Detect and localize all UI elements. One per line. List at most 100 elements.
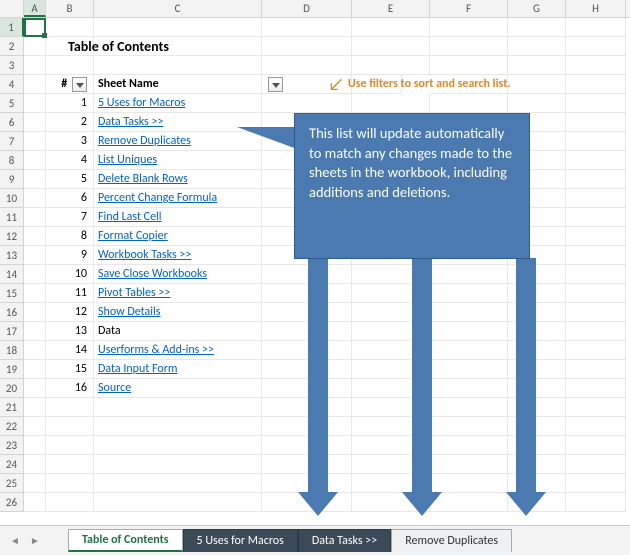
cell-C1[interactable] bbox=[94, 18, 262, 37]
cell-A14[interactable] bbox=[24, 265, 46, 284]
cell-B25[interactable] bbox=[46, 474, 94, 493]
cell-F22[interactable] bbox=[430, 417, 508, 436]
cell-A7[interactable] bbox=[24, 132, 46, 151]
cell-C21[interactable] bbox=[94, 398, 262, 417]
cell-F23[interactable] bbox=[430, 436, 508, 455]
cell-H11[interactable] bbox=[566, 208, 626, 227]
row-header-12[interactable]: 12 bbox=[0, 227, 24, 246]
toc-link-6[interactable]: Percent Change Formula bbox=[94, 189, 262, 208]
cell-A19[interactable] bbox=[24, 360, 46, 379]
cell-F21[interactable] bbox=[430, 398, 508, 417]
col-header-B[interactable]: B bbox=[46, 0, 94, 17]
col-header-D[interactable]: D bbox=[262, 0, 352, 17]
cell-F18[interactable] bbox=[430, 341, 508, 360]
cell-D1[interactable] bbox=[262, 18, 352, 37]
cell-F15[interactable] bbox=[430, 284, 508, 303]
cell-F16[interactable] bbox=[430, 303, 508, 322]
cell-F19[interactable] bbox=[430, 360, 508, 379]
sheet-tab-datatasks[interactable]: Data Tasks >> bbox=[298, 529, 391, 552]
cell-H9[interactable] bbox=[566, 170, 626, 189]
cell-A25[interactable] bbox=[24, 474, 46, 493]
row-header-10[interactable]: 10 bbox=[0, 189, 24, 208]
cell-H8[interactable] bbox=[566, 151, 626, 170]
toc-link-14[interactable]: Userforms & Add-ins >> bbox=[94, 341, 262, 360]
cell-H10[interactable] bbox=[566, 189, 626, 208]
cell-G1[interactable] bbox=[508, 18, 566, 37]
cell-D2[interactable] bbox=[262, 37, 352, 56]
row-header-23[interactable]: 23 bbox=[0, 436, 24, 455]
toc-link-9[interactable]: Workbook Tasks >> bbox=[94, 246, 262, 265]
cell-F20[interactable] bbox=[430, 379, 508, 398]
cell-H12[interactable] bbox=[566, 227, 626, 246]
cell-D25[interactable] bbox=[262, 474, 352, 493]
cell-F17[interactable] bbox=[430, 322, 508, 341]
cell-H20[interactable] bbox=[566, 379, 626, 398]
cell-C22[interactable] bbox=[94, 417, 262, 436]
row-header-24[interactable]: 24 bbox=[0, 455, 24, 474]
row-header-16[interactable]: 16 bbox=[0, 303, 24, 322]
col-header-G[interactable]: G bbox=[508, 0, 566, 17]
cell-D5[interactable] bbox=[262, 94, 352, 113]
cell-E2[interactable] bbox=[352, 37, 430, 56]
toc-link-4[interactable]: List Uniques bbox=[94, 151, 262, 170]
cell-H5[interactable] bbox=[566, 94, 626, 113]
cell-H22[interactable] bbox=[566, 417, 626, 436]
toc-link-1[interactable]: 5 Uses for Macros bbox=[94, 94, 262, 113]
cell-A2[interactable] bbox=[24, 37, 46, 56]
col-header-E[interactable]: E bbox=[352, 0, 430, 17]
cell-H4[interactable] bbox=[566, 75, 626, 94]
cell-D18[interactable] bbox=[262, 341, 352, 360]
toc-link-16[interactable]: Source bbox=[94, 379, 262, 398]
filter-num-icon[interactable] bbox=[72, 77, 87, 92]
cell-A9[interactable] bbox=[24, 170, 46, 189]
tab-nav-next-icon[interactable]: ► bbox=[28, 534, 42, 548]
cell-F5[interactable] bbox=[430, 94, 508, 113]
cell-H3[interactable] bbox=[566, 56, 626, 75]
cell-H19[interactable] bbox=[566, 360, 626, 379]
toc-link-7[interactable]: Find Last Cell bbox=[94, 208, 262, 227]
cell-E1[interactable] bbox=[352, 18, 430, 37]
cell-A3[interactable] bbox=[24, 56, 46, 75]
cell-A6[interactable] bbox=[24, 113, 46, 132]
cell-C3[interactable] bbox=[94, 56, 262, 75]
cell-G5[interactable] bbox=[508, 94, 566, 113]
cell-B24[interactable] bbox=[46, 455, 94, 474]
cell-C24[interactable] bbox=[94, 455, 262, 474]
cell-E3[interactable] bbox=[352, 56, 430, 75]
cell-H17[interactable] bbox=[566, 322, 626, 341]
cell-B1[interactable] bbox=[46, 18, 94, 37]
row-header-9[interactable]: 9 bbox=[0, 170, 24, 189]
cell-H25[interactable] bbox=[566, 474, 626, 493]
cell-F3[interactable] bbox=[430, 56, 508, 75]
cell-G2[interactable] bbox=[508, 37, 566, 56]
cell-H21[interactable] bbox=[566, 398, 626, 417]
cell-A21[interactable] bbox=[24, 398, 46, 417]
cell-E5[interactable] bbox=[352, 94, 430, 113]
cell-D20[interactable] bbox=[262, 379, 352, 398]
cell-F14[interactable] bbox=[430, 265, 508, 284]
cell-F1[interactable] bbox=[430, 18, 508, 37]
cell-D19[interactable] bbox=[262, 360, 352, 379]
cell-D3[interactable] bbox=[262, 56, 352, 75]
cell-H13[interactable] bbox=[566, 246, 626, 265]
cell-A4[interactable] bbox=[24, 75, 46, 94]
cell-A8[interactable] bbox=[24, 151, 46, 170]
cell-A18[interactable] bbox=[24, 341, 46, 360]
cell-F24[interactable] bbox=[430, 455, 508, 474]
row-header-6[interactable]: 6 bbox=[0, 113, 24, 132]
row-header-18[interactable]: 18 bbox=[0, 341, 24, 360]
cell-H18[interactable] bbox=[566, 341, 626, 360]
cell-H6[interactable] bbox=[566, 113, 626, 132]
row-header-17[interactable]: 17 bbox=[0, 322, 24, 341]
cell-B22[interactable] bbox=[46, 417, 94, 436]
cell-C25[interactable] bbox=[94, 474, 262, 493]
cell-A11[interactable] bbox=[24, 208, 46, 227]
cell-H7[interactable] bbox=[566, 132, 626, 151]
select-all-corner[interactable] bbox=[0, 0, 24, 17]
cell-A10[interactable] bbox=[24, 189, 46, 208]
cell-D22[interactable] bbox=[262, 417, 352, 436]
cell-A20[interactable] bbox=[24, 379, 46, 398]
toc-link-12[interactable]: Show Details bbox=[94, 303, 262, 322]
col-header-H[interactable]: H bbox=[566, 0, 626, 17]
cell-A1[interactable] bbox=[24, 18, 46, 37]
